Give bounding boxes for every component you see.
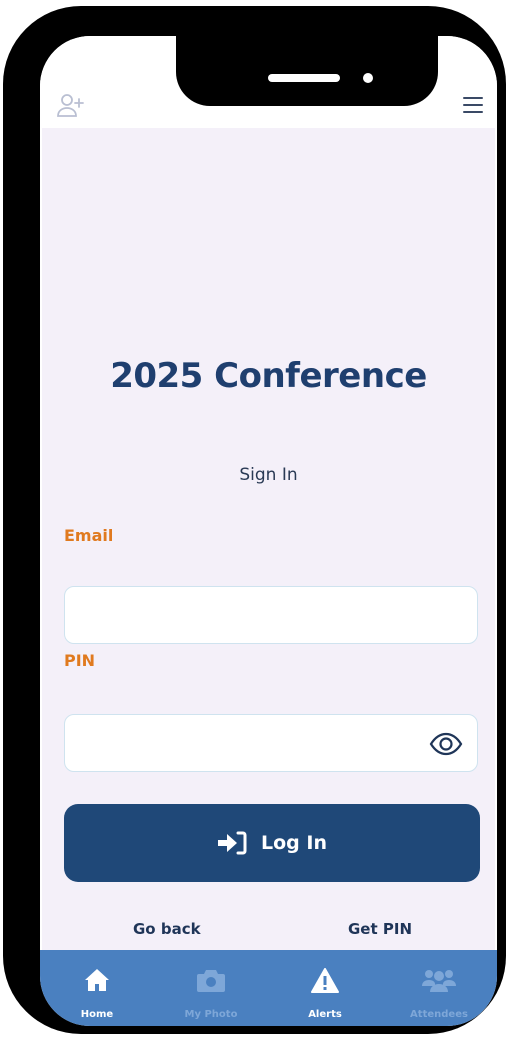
device-notch (176, 36, 438, 106)
front-camera (363, 73, 373, 83)
page-subtitle: Sign In (239, 465, 298, 485)
tab-my-photo[interactable]: My Photo (154, 950, 268, 1026)
email-label: Email (64, 526, 114, 545)
tab-my-photo-label: My Photo (184, 1009, 238, 1020)
tab-attendees[interactable]: Attendees (382, 950, 496, 1026)
page-title: 2025 Conference (110, 356, 427, 396)
pin-input[interactable] (79, 715, 423, 773)
login-form-area: 2025 Conference Sign In Email PIN Log In… (42, 128, 495, 958)
pin-field[interactable] (64, 714, 478, 773)
warning-icon (311, 968, 339, 993)
tab-alerts[interactable]: Alerts (268, 950, 382, 1026)
login-arrow-icon (218, 831, 247, 855)
people-icon (422, 970, 456, 992)
email-field[interactable] (64, 586, 478, 645)
tab-home-label: Home (80, 1009, 114, 1020)
tab-home[interactable]: Home (40, 950, 154, 1026)
tab-attendees-label: Attendees (410, 1009, 468, 1020)
speaker-slot (268, 74, 340, 82)
eye-icon[interactable] (429, 731, 463, 757)
go-back-link[interactable]: Go back (133, 920, 201, 938)
tab-alerts-label: Alerts (308, 1009, 342, 1020)
home-icon (85, 969, 109, 991)
add-user-icon[interactable] (56, 92, 84, 118)
bottom-tab-bar: Home My Photo Alerts Attendees (40, 950, 497, 1026)
camera-icon (197, 970, 225, 992)
get-pin-link[interactable]: Get PIN (348, 920, 412, 938)
login-button-label: Log In (261, 832, 327, 854)
phone-frame: 2025 Conference Sign In Email PIN Log In… (3, 6, 506, 1034)
email-input[interactable] (79, 587, 423, 645)
login-button[interactable]: Log In (64, 804, 480, 882)
pin-label: PIN (64, 651, 96, 670)
app-screen: 2025 Conference Sign In Email PIN Log In… (40, 36, 497, 1026)
hamburger-menu-icon[interactable] (463, 96, 483, 114)
